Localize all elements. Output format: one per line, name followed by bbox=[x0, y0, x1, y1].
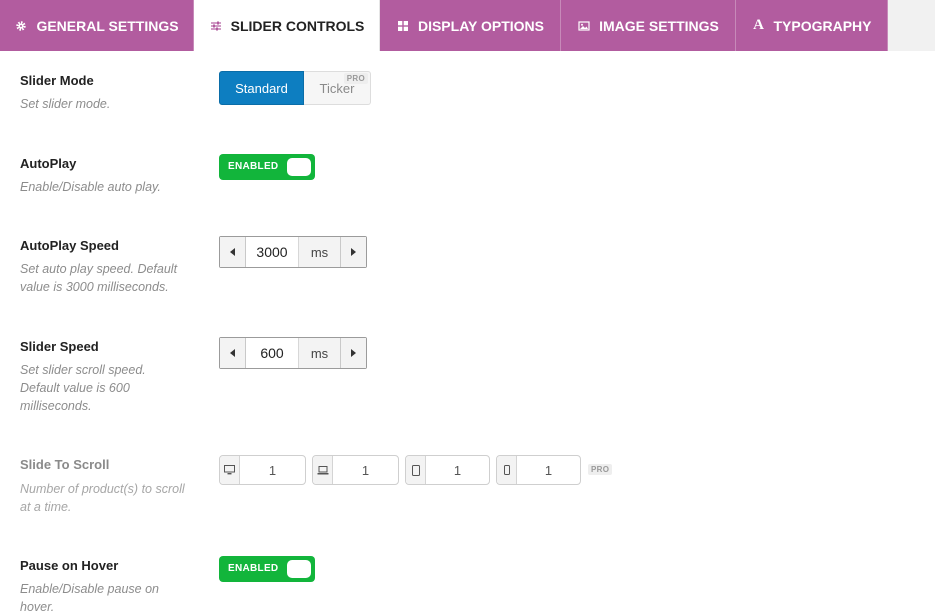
slider-mode-control: Standard Ticker PRO bbox=[219, 71, 371, 105]
tab-bar: GENERAL SETTINGS SLIDER CONTROLS DISPLAY… bbox=[0, 0, 935, 51]
slider-mode-desc: Set slider mode. bbox=[20, 97, 111, 111]
tab-label: IMAGE SETTINGS bbox=[599, 17, 719, 34]
laptop-icon bbox=[313, 456, 333, 484]
tablet-scroll-value: 1 bbox=[453, 462, 462, 478]
tab-image-settings[interactable]: IMAGE SETTINGS bbox=[561, 0, 736, 51]
standard-option-button[interactable]: Standard bbox=[219, 71, 304, 105]
increment-button[interactable] bbox=[340, 338, 366, 368]
ticker-option-button[interactable]: Ticker PRO bbox=[304, 71, 371, 105]
tab-slider-controls[interactable]: SLIDER CONTROLS bbox=[194, 0, 380, 51]
unit-label: ms bbox=[299, 338, 340, 368]
autoplay-speed-label: AutoPlay Speed bbox=[20, 238, 119, 253]
autoplay-label: AutoPlay bbox=[20, 156, 77, 171]
autoplay-toggle[interactable]: ENABLED bbox=[219, 154, 315, 180]
tablet-scroll-input[interactable]: 1 bbox=[405, 455, 490, 485]
toggle-state-label: ENABLED bbox=[228, 563, 279, 574]
gear-icon bbox=[14, 19, 28, 33]
pause-on-hover-label: Pause on Hover bbox=[20, 558, 119, 573]
tab-label: SLIDER CONTROLS bbox=[230, 17, 365, 34]
mobile-scroll-input[interactable]: 1 bbox=[496, 455, 581, 485]
autoplay-speed-desc: Set auto play speed. Default value is 30… bbox=[20, 262, 178, 294]
slide-to-scroll-label: Slide To Scroll bbox=[20, 457, 110, 472]
slider-speed-desc: Set slider scroll speed. Default value i… bbox=[20, 363, 146, 413]
autoplay-speed-stepper: 3000 ms bbox=[219, 236, 367, 268]
tab-general-settings[interactable]: GENERAL SETTINGS bbox=[0, 0, 194, 51]
slider-speed-input[interactable]: 600 bbox=[246, 338, 299, 368]
mobile-scroll-value: 1 bbox=[544, 462, 553, 478]
toggle-knob bbox=[287, 560, 311, 578]
tab-label: GENERAL SETTINGS bbox=[36, 17, 179, 34]
tab-label: TYPOGRAPHY bbox=[773, 17, 872, 34]
slide-to-scroll-desc: Number of product(s) to scroll at a time… bbox=[20, 482, 185, 514]
pause-on-hover-toggle[interactable]: ENABLED bbox=[219, 556, 315, 582]
laptop-scroll-input[interactable]: 1 bbox=[312, 455, 399, 485]
pause-on-hover-desc: Enable/Disable pause on hover. bbox=[20, 582, 159, 614]
tab-display-options[interactable]: DISPLAY OPTIONS bbox=[380, 0, 561, 51]
caret-left-icon bbox=[230, 248, 235, 256]
caret-right-icon bbox=[351, 248, 356, 256]
increment-button[interactable] bbox=[340, 237, 366, 267]
sliders-icon bbox=[209, 19, 223, 33]
tab-label: DISPLAY OPTIONS bbox=[417, 17, 545, 34]
caret-left-icon bbox=[230, 349, 235, 357]
tablet-icon bbox=[406, 456, 426, 484]
toggle-knob bbox=[287, 158, 311, 176]
decrement-button[interactable] bbox=[220, 338, 246, 368]
mobile-icon bbox=[497, 456, 517, 484]
font-icon: A bbox=[753, 17, 764, 33]
pro-badge: PRO bbox=[343, 73, 368, 84]
autoplay-speed-input[interactable]: 3000 bbox=[246, 237, 299, 267]
grid-icon bbox=[396, 19, 410, 33]
desktop-scroll-input[interactable]: 1 bbox=[219, 455, 306, 485]
image-icon bbox=[577, 19, 591, 33]
decrement-button[interactable] bbox=[220, 237, 246, 267]
caret-right-icon bbox=[351, 349, 356, 357]
tab-typography[interactable]: A TYPOGRAPHY bbox=[736, 0, 888, 51]
toggle-state-label: ENABLED bbox=[228, 161, 279, 172]
pro-badge: PRO bbox=[588, 464, 613, 475]
unit-label: ms bbox=[299, 237, 340, 267]
desktop-icon bbox=[220, 456, 240, 484]
autoplay-desc: Enable/Disable auto play. bbox=[20, 180, 161, 194]
slider-speed-stepper: 600 ms bbox=[219, 337, 367, 369]
slider-speed-label: Slider Speed bbox=[20, 339, 99, 354]
laptop-scroll-value: 1 bbox=[361, 462, 370, 478]
slider-mode-label: Slider Mode bbox=[20, 73, 94, 88]
desktop-scroll-value: 1 bbox=[268, 462, 277, 478]
